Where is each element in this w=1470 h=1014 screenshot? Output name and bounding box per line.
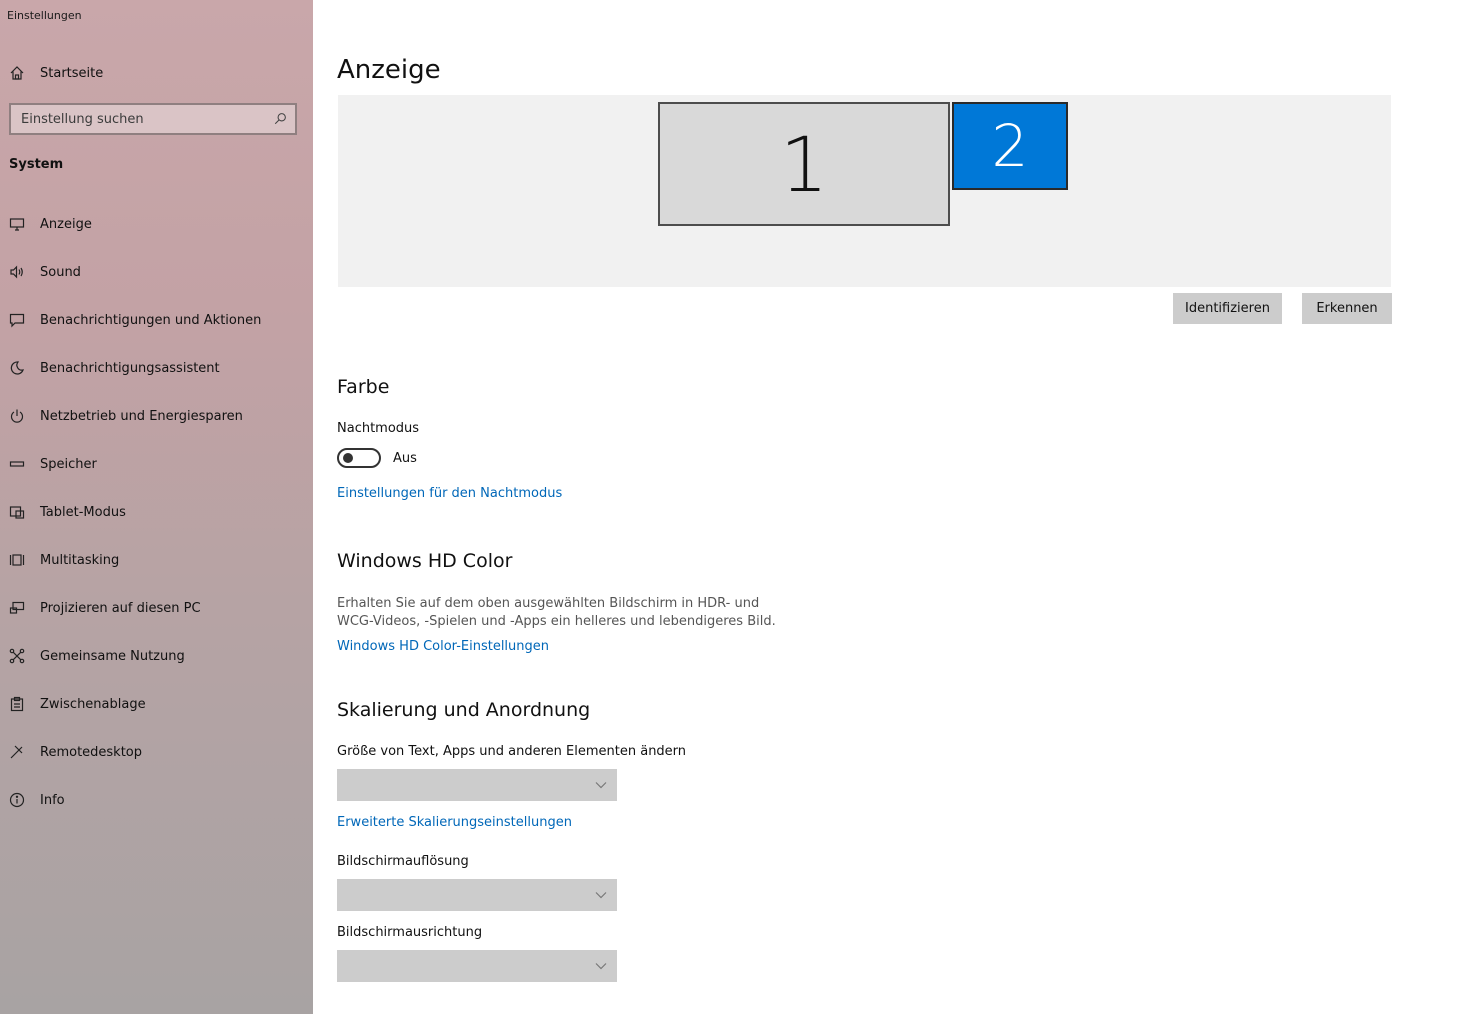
- sidebar-item-label: Sound: [40, 264, 81, 280]
- home-icon: [0, 65, 34, 81]
- moon-icon: [0, 360, 34, 376]
- storage-icon: [0, 456, 34, 472]
- sidebar-item-remotedesktop[interactable]: Remotedesktop: [0, 728, 313, 776]
- power-icon: [0, 408, 34, 424]
- message-icon: [0, 312, 34, 328]
- sidebar-item-label: Info: [40, 792, 65, 808]
- detect-button[interactable]: Erkennen: [1302, 293, 1392, 324]
- advanced-scaling-link[interactable]: Erweiterte Skalierungseinstellungen: [337, 815, 572, 830]
- sidebar-item-label: Benachrichtigungsassistent: [40, 360, 220, 376]
- monitor-1[interactable]: 1: [658, 102, 950, 226]
- info-icon: [0, 792, 34, 808]
- sidebar-item-benachrichtigungen[interactable]: Benachrichtigungen und Aktionen: [0, 296, 313, 344]
- share-icon: [0, 648, 34, 664]
- color-heading: Farbe: [337, 376, 390, 398]
- remote-icon: [0, 744, 34, 760]
- project-icon: [0, 600, 34, 616]
- sidebar-item-tablet-modus[interactable]: Tablet-Modus: [0, 488, 313, 536]
- sidebar-item-sound[interactable]: Sound: [0, 248, 313, 296]
- chevron-down-icon: [595, 782, 607, 789]
- chevron-down-icon: [595, 963, 607, 970]
- hdr-settings-link[interactable]: Windows HD Color-Einstellungen: [337, 639, 549, 654]
- night-mode-label: Nachtmodus: [337, 421, 420, 436]
- display-arrangement: 1 2: [338, 95, 1391, 287]
- sidebar: Einstellungen Startseite Einstellung suc…: [0, 0, 313, 1014]
- identify-button[interactable]: Identifizieren: [1173, 293, 1282, 324]
- night-mode-toggle[interactable]: [337, 448, 381, 468]
- clipboard-icon: [0, 696, 34, 712]
- orientation-dropdown[interactable]: [337, 950, 617, 982]
- sidebar-item-label: Projizieren auf diesen PC: [40, 600, 201, 616]
- multitasking-icon: [0, 552, 34, 568]
- toggle-knob: [343, 453, 353, 463]
- hdr-description: Erhalten Sie auf dem oben ausgewählten B…: [337, 596, 776, 629]
- night-mode-settings-link[interactable]: Einstellungen für den Nachtmodus: [337, 486, 562, 501]
- tablet-icon: [0, 504, 34, 520]
- search-input[interactable]: Einstellung suchen: [9, 103, 297, 135]
- chevron-down-icon: [595, 892, 607, 899]
- sidebar-item-label: Anzeige: [40, 216, 92, 232]
- scale-size-label: Größe von Text, Apps und anderen Element…: [337, 744, 687, 759]
- sidebar-item-info[interactable]: Info: [0, 776, 313, 824]
- sidebar-item-netzbetrieb[interactable]: Netzbetrieb und Energiesparen: [0, 392, 313, 440]
- sidebar-section-title: System: [9, 157, 64, 172]
- resolution-label: Bildschirmauflösung: [337, 854, 469, 869]
- page-title: Anzeige: [337, 55, 441, 85]
- monitor-icon: [0, 216, 34, 232]
- scale-dropdown[interactable]: [337, 769, 617, 801]
- sidebar-item-projizieren[interactable]: Projizieren auf diesen PC: [0, 584, 313, 632]
- speaker-icon: [0, 264, 34, 280]
- monitor-2[interactable]: 2: [952, 102, 1068, 190]
- sidebar-item-label: Multitasking: [40, 552, 120, 568]
- sidebar-item-label: Netzbetrieb und Energiesparen: [40, 408, 243, 424]
- sidebar-item-benachrichtigungsassistent[interactable]: Benachrichtigungsassistent: [0, 344, 313, 392]
- sidebar-item-label: Speicher: [40, 456, 97, 472]
- search-placeholder: Einstellung suchen: [21, 111, 144, 127]
- sidebar-item-gemeinsame-nutzung[interactable]: Gemeinsame Nutzung: [0, 632, 313, 680]
- resolution-dropdown[interactable]: [337, 879, 617, 911]
- sidebar-item-anzeige[interactable]: Anzeige: [0, 200, 313, 248]
- sidebar-item-label: Remotedesktop: [40, 744, 143, 760]
- sidebar-item-speicher[interactable]: Speicher: [0, 440, 313, 488]
- scale-heading: Skalierung und Anordnung: [337, 699, 591, 721]
- sidebar-item-home[interactable]: Startseite: [0, 56, 313, 90]
- home-label: Startseite: [40, 65, 104, 81]
- sidebar-item-label: Tablet-Modus: [40, 504, 126, 520]
- sidebar-item-label: Zwischenablage: [40, 696, 146, 712]
- hdr-heading: Windows HD Color: [337, 550, 513, 572]
- orientation-label: Bildschirmausrichtung: [337, 925, 483, 940]
- sidebar-nav: Anzeige Sound Benachrichtigungen und Akt…: [0, 200, 313, 824]
- main-content: Anzeige 1 2 Identifizieren Erkennen Farb…: [313, 0, 1470, 1014]
- night-mode-state: Aus: [393, 451, 417, 466]
- search-icon[interactable]: [274, 110, 287, 129]
- sidebar-item-label: Gemeinsame Nutzung: [40, 648, 185, 664]
- sidebar-item-multitasking[interactable]: Multitasking: [0, 536, 313, 584]
- app-title: Einstellungen: [7, 9, 82, 22]
- sidebar-item-label: Benachrichtigungen und Aktionen: [40, 312, 262, 328]
- sidebar-item-zwischenablage[interactable]: Zwischenablage: [0, 680, 313, 728]
